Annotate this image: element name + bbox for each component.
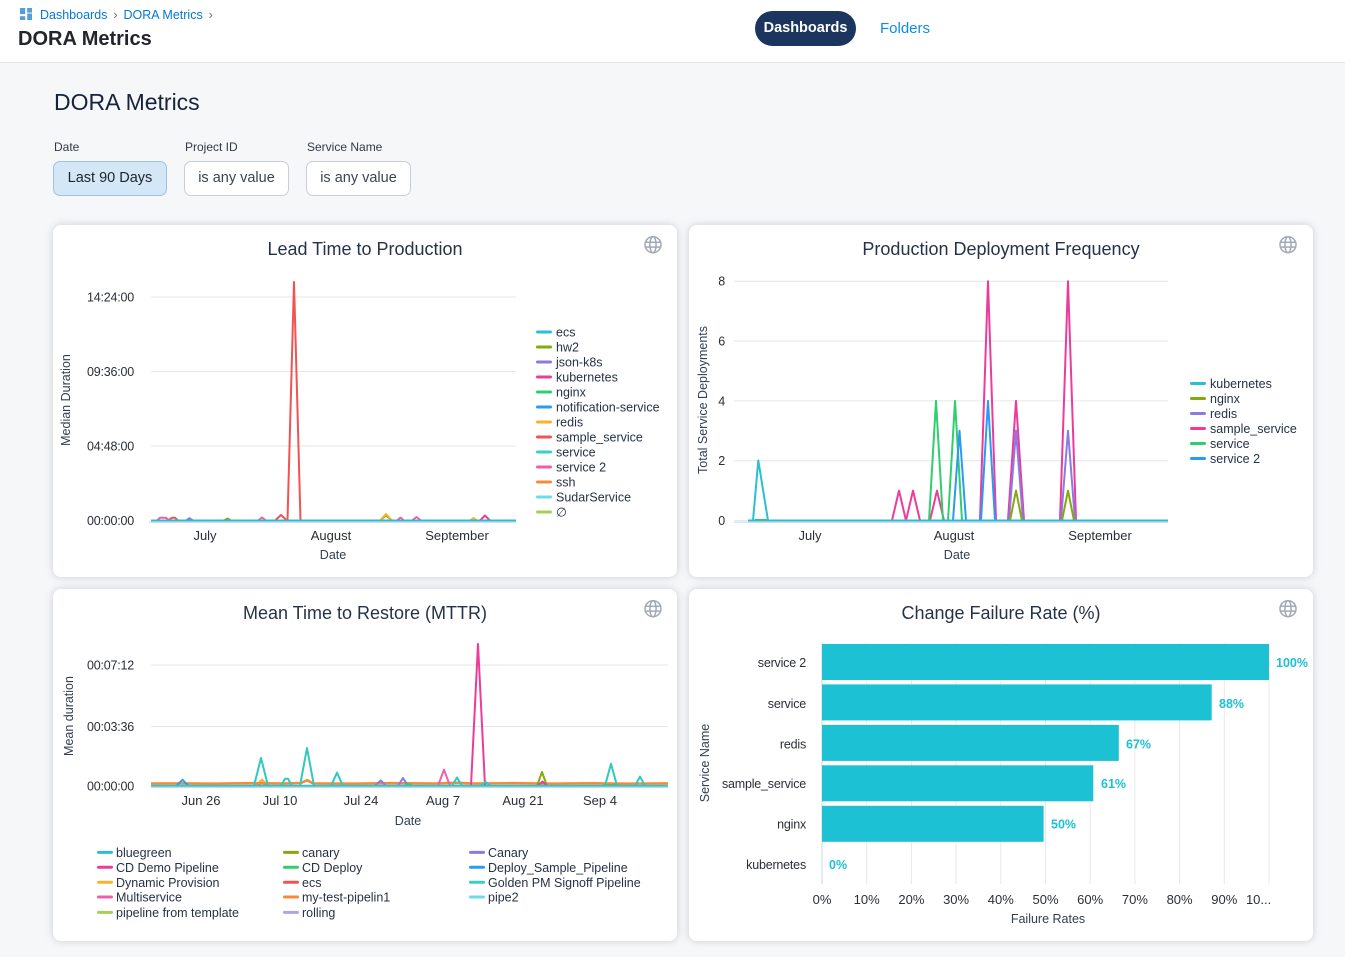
svg-text:CD Demo Pipeline: CD Demo Pipeline: [116, 861, 219, 875]
svg-text:service 2: service 2: [556, 461, 606, 475]
svg-text:json-k8s: json-k8s: [555, 356, 603, 370]
svg-text:July: July: [798, 528, 822, 543]
svg-text:10%: 10%: [854, 892, 880, 907]
svg-text:Date: Date: [320, 548, 346, 562]
svg-text:Change Failure Rate (%): Change Failure Rate (%): [901, 603, 1100, 623]
svg-text:pipeline from template: pipeline from template: [116, 906, 239, 920]
svg-text:0%: 0%: [813, 892, 832, 907]
svg-text:2: 2: [718, 454, 725, 468]
svg-text:nginx: nginx: [777, 818, 807, 832]
svg-text:Total Service Deployments: Total Service Deployments: [696, 326, 710, 474]
svg-text:Aug 21: Aug 21: [502, 793, 543, 808]
svg-text:September: September: [1068, 528, 1132, 543]
svg-text:90%: 90%: [1211, 892, 1237, 907]
svg-text:Mean duration: Mean duration: [62, 676, 76, 756]
svg-text:Mean Time to Restore (MTTR): Mean Time to Restore (MTTR): [243, 603, 487, 623]
svg-text:Golden PM Signoff Pipeline: Golden PM Signoff Pipeline: [488, 876, 641, 890]
svg-text:hw2: hw2: [556, 341, 579, 355]
svg-text:20%: 20%: [898, 892, 924, 907]
svg-text:September: September: [425, 528, 489, 543]
svg-text:sample_service: sample_service: [556, 431, 643, 445]
svg-text:80%: 80%: [1167, 892, 1193, 907]
svg-text:nginx: nginx: [1210, 392, 1241, 406]
svg-text:redis: redis: [1210, 407, 1237, 421]
svg-text:10...: 10...: [1246, 892, 1271, 907]
svg-text:kubernetes: kubernetes: [556, 371, 618, 385]
svg-text:30%: 30%: [943, 892, 969, 907]
svg-text:sample_service: sample_service: [722, 777, 806, 791]
svg-text:8: 8: [718, 275, 725, 289]
svg-text:bluegreen: bluegreen: [116, 846, 172, 860]
svg-text:service 2: service 2: [1210, 452, 1260, 466]
svg-text:67%: 67%: [1126, 738, 1151, 752]
svg-text:Multiservice: Multiservice: [116, 891, 182, 905]
svg-text:Canary: Canary: [488, 846, 529, 860]
svg-text:Jun 26: Jun 26: [181, 793, 220, 808]
svg-text:50%: 50%: [1051, 818, 1076, 832]
svg-text:70%: 70%: [1122, 892, 1148, 907]
svg-text:nginx: nginx: [556, 386, 587, 400]
svg-text:100%: 100%: [1276, 656, 1308, 670]
svg-text:00:00:00: 00:00:00: [87, 514, 134, 528]
svg-text:09:36:00: 09:36:00: [87, 365, 134, 379]
svg-text:Jul 24: Jul 24: [344, 793, 379, 808]
svg-text:0: 0: [718, 514, 725, 528]
svg-text:14:24:00: 14:24:00: [87, 291, 134, 305]
svg-text:Lead Time to Production: Lead Time to Production: [267, 239, 462, 259]
svg-text:00:03:36: 00:03:36: [87, 720, 134, 734]
svg-text:ecs: ecs: [302, 876, 321, 890]
svg-text:my-test-pipelin1: my-test-pipelin1: [302, 891, 390, 905]
svg-text:redis: redis: [780, 738, 806, 752]
svg-text:ecs: ecs: [556, 326, 575, 340]
svg-text:July: July: [193, 528, 217, 543]
svg-text:August: August: [934, 528, 975, 543]
svg-text:kubernetes: kubernetes: [1210, 377, 1272, 391]
svg-text:August: August: [311, 528, 352, 543]
svg-text:6: 6: [718, 335, 725, 349]
svg-text:Jul 10: Jul 10: [263, 793, 298, 808]
svg-text:4: 4: [718, 394, 725, 408]
svg-text:Dynamic Provision: Dynamic Provision: [116, 876, 220, 890]
svg-text:∅: ∅: [556, 506, 567, 520]
svg-text:service: service: [556, 446, 596, 460]
svg-text:Median Duration: Median Duration: [59, 354, 73, 446]
svg-text:Date: Date: [944, 548, 970, 562]
svg-text:00:07:12: 00:07:12: [87, 659, 134, 673]
svg-text:Aug 7: Aug 7: [426, 793, 460, 808]
svg-text:40%: 40%: [988, 892, 1014, 907]
svg-text:rolling: rolling: [302, 906, 335, 920]
svg-text:Deploy_Sample_Pipeline: Deploy_Sample_Pipeline: [488, 861, 628, 875]
svg-text:Date: Date: [395, 814, 421, 828]
svg-text:service 2: service 2: [758, 656, 806, 670]
svg-text:Failure Rates: Failure Rates: [1011, 912, 1085, 926]
svg-text:50%: 50%: [1032, 892, 1058, 907]
svg-text:0%: 0%: [829, 858, 847, 872]
svg-text:canary: canary: [302, 846, 340, 860]
svg-text:Sep 4: Sep 4: [583, 793, 617, 808]
svg-text:00:00:00: 00:00:00: [87, 780, 134, 794]
svg-text:60%: 60%: [1077, 892, 1103, 907]
svg-text:04:48:00: 04:48:00: [87, 440, 134, 454]
svg-text:service: service: [1210, 437, 1250, 451]
svg-text:88%: 88%: [1219, 697, 1244, 711]
svg-text:61%: 61%: [1101, 777, 1126, 791]
svg-text:Production Deployment Frequenc: Production Deployment Frequency: [862, 239, 1139, 259]
svg-text:SudarService: SudarService: [556, 491, 631, 505]
svg-text:Service Name: Service Name: [698, 724, 712, 803]
svg-text:notification-service: notification-service: [556, 401, 660, 415]
svg-text:service: service: [768, 697, 806, 711]
svg-text:sample_service: sample_service: [1210, 422, 1297, 436]
svg-text:kubernetes: kubernetes: [746, 858, 806, 872]
svg-text:ssh: ssh: [556, 476, 576, 490]
svg-text:redis: redis: [556, 416, 583, 430]
svg-text:CD Deploy: CD Deploy: [302, 861, 363, 875]
svg-text:pipe2: pipe2: [488, 891, 519, 905]
